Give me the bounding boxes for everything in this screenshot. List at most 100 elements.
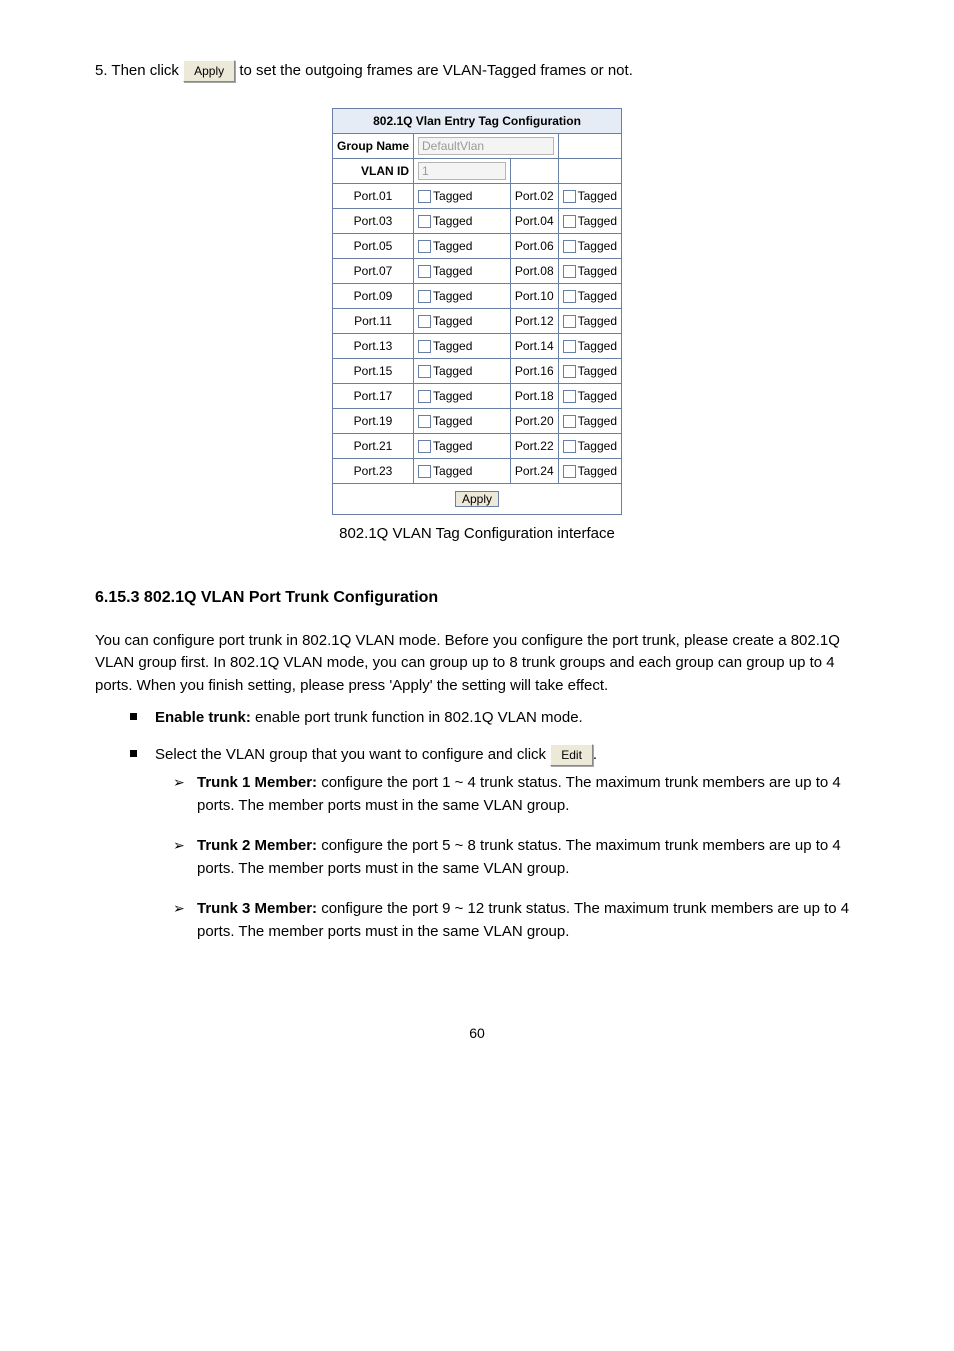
tagged-checkbox[interactable]: [563, 390, 576, 403]
vlan-tag-config-table: 802.1Q Vlan Entry Tag Configuration Grou…: [332, 108, 622, 484]
sub-trunk3-bold: Trunk 3 Member:: [197, 900, 321, 917]
tagged-label: Tagged: [433, 339, 472, 353]
sub-trunk3: Trunk 3 Member: configure the port 9 ~ 1…: [155, 898, 859, 943]
tagged-label: Tagged: [578, 239, 617, 253]
tagged-checkbox[interactable]: [418, 390, 431, 403]
group-name-label: Group Name: [333, 133, 414, 158]
port-label: Port.07: [333, 258, 414, 283]
port-label: Port.24: [510, 458, 558, 483]
sub-trunk2-bold: Trunk 2 Member:: [197, 837, 321, 854]
tagged-label: Tagged: [578, 314, 617, 328]
tagged-checkbox[interactable]: [563, 465, 576, 478]
apply-button-top[interactable]: Apply: [183, 60, 235, 82]
port-label: Port.11: [333, 308, 414, 333]
bullet-edit-after: .: [593, 746, 597, 763]
table-row: Port.23TaggedPort.24Tagged: [333, 458, 622, 483]
table-row: Port.01TaggedPort.02Tagged: [333, 183, 622, 208]
bullet-edit-before: Select the VLAN group that you want to c…: [155, 746, 550, 763]
tagged-label: Tagged: [578, 264, 617, 278]
top-line-after: to set the outgoing frames are VLAN-Tagg…: [239, 62, 633, 79]
port-label: Port.17: [333, 383, 414, 408]
tagged-label: Tagged: [433, 214, 472, 228]
tagged-checkbox[interactable]: [563, 340, 576, 353]
tagged-checkbox[interactable]: [418, 265, 431, 278]
tagged-checkbox[interactable]: [418, 415, 431, 428]
tagged-label: Tagged: [433, 364, 472, 378]
port-label: Port.04: [510, 208, 558, 233]
port-label: Port.19: [333, 408, 414, 433]
table-row: Port.05 Tagged Port.06 Tagged: [333, 233, 622, 258]
port-label: Port.21: [333, 433, 414, 458]
tagged-label: Tagged: [433, 239, 472, 253]
tagged-checkbox[interactable]: [563, 415, 576, 428]
top-line-before: 5. Then click: [95, 62, 179, 79]
edit-button[interactable]: Edit: [550, 744, 593, 766]
table-row: Port.03 Tagged Port.04 Tagged: [333, 208, 622, 233]
tagged-checkbox[interactable]: [418, 190, 431, 203]
tagged-checkbox[interactable]: [418, 215, 431, 228]
port-label: Port.15: [333, 358, 414, 383]
sub-trunk2: Trunk 2 Member: configure the port 5 ~ 8…: [155, 835, 859, 880]
tagged-checkbox[interactable]: [418, 440, 431, 453]
tagged-checkbox[interactable]: [563, 365, 576, 378]
tagged-label: Tagged: [578, 464, 617, 478]
table-row: Port.21TaggedPort.22Tagged: [333, 433, 622, 458]
vlan-id-input: [418, 162, 506, 180]
bullet-enable-trunk-bold: Enable trunk:: [155, 709, 255, 726]
tagged-checkbox[interactable]: [563, 215, 576, 228]
tagged-checkbox[interactable]: [418, 290, 431, 303]
tagged-label: Tagged: [433, 289, 472, 303]
apply-button-table[interactable]: Apply: [455, 491, 499, 507]
table-row: Port.07TaggedPort.08Tagged: [333, 258, 622, 283]
tagged-label: Tagged: [578, 364, 617, 378]
table-row: Port.11 Tagged Port.12 Tagged: [333, 308, 622, 333]
tagged-label: Tagged: [433, 189, 472, 203]
sub-trunk1: Trunk 1 Member: configure the port 1 ~ 4…: [155, 772, 859, 817]
port-label: Port.05: [333, 233, 414, 258]
port-label: Port.16: [510, 358, 558, 383]
bullet-enable-trunk: Enable trunk: enable port trunk function…: [95, 707, 859, 730]
port-label: Port.20: [510, 408, 558, 433]
tagged-checkbox[interactable]: [418, 465, 431, 478]
tagged-checkbox[interactable]: [563, 240, 576, 253]
port-label: Port.22: [510, 433, 558, 458]
page-number: 60: [95, 1023, 859, 1044]
port-label: Port.12: [510, 308, 558, 333]
port-label: Port.01: [333, 183, 414, 208]
tagged-label: Tagged: [578, 389, 617, 403]
vlan-id-label: VLAN ID: [333, 158, 414, 183]
port-label: Port.13: [333, 333, 414, 358]
tagged-checkbox[interactable]: [418, 240, 431, 253]
table-row: Port.09TaggedPort.10Tagged: [333, 283, 622, 308]
tagged-checkbox[interactable]: [418, 315, 431, 328]
tagged-checkbox[interactable]: [563, 190, 576, 203]
table-row: Port.13TaggedPort.14Tagged: [333, 333, 622, 358]
tagged-label: Tagged: [578, 289, 617, 303]
tagged-checkbox[interactable]: [418, 340, 431, 353]
tagged-label: Tagged: [433, 439, 472, 453]
tagged-label: Tagged: [433, 314, 472, 328]
port-label: Port.09: [333, 283, 414, 308]
port-label: Port.06: [510, 233, 558, 258]
table-row: Port.15 Tagged Port.16 Tagged: [333, 358, 622, 383]
sub-trunk1-bold: Trunk 1 Member:: [197, 774, 321, 791]
tagged-label: Tagged: [578, 189, 617, 203]
port-label: Port.18: [510, 383, 558, 408]
tagged-checkbox[interactable]: [418, 365, 431, 378]
tagged-checkbox[interactable]: [563, 265, 576, 278]
port-label: Port.03: [333, 208, 414, 233]
top-paragraph: 5. Then click Apply to set the outgoing …: [95, 60, 859, 83]
table-row: Port.19TaggedPort.20Tagged: [333, 408, 622, 433]
tagged-label: Tagged: [433, 264, 472, 278]
tagged-label: Tagged: [578, 214, 617, 228]
section-intro: You can configure port trunk in 802.1Q V…: [95, 630, 859, 698]
bullet-enable-trunk-text: enable port trunk function in 802.1Q VLA…: [255, 709, 583, 726]
tagged-checkbox[interactable]: [563, 315, 576, 328]
tagged-label: Tagged: [433, 464, 472, 478]
tagged-label: Tagged: [433, 389, 472, 403]
tagged-label: Tagged: [578, 339, 617, 353]
figure-caption: 802.1Q VLAN Tag Configuration interface: [95, 523, 859, 546]
tagged-checkbox[interactable]: [563, 440, 576, 453]
group-name-input: [418, 137, 554, 155]
tagged-checkbox[interactable]: [563, 290, 576, 303]
